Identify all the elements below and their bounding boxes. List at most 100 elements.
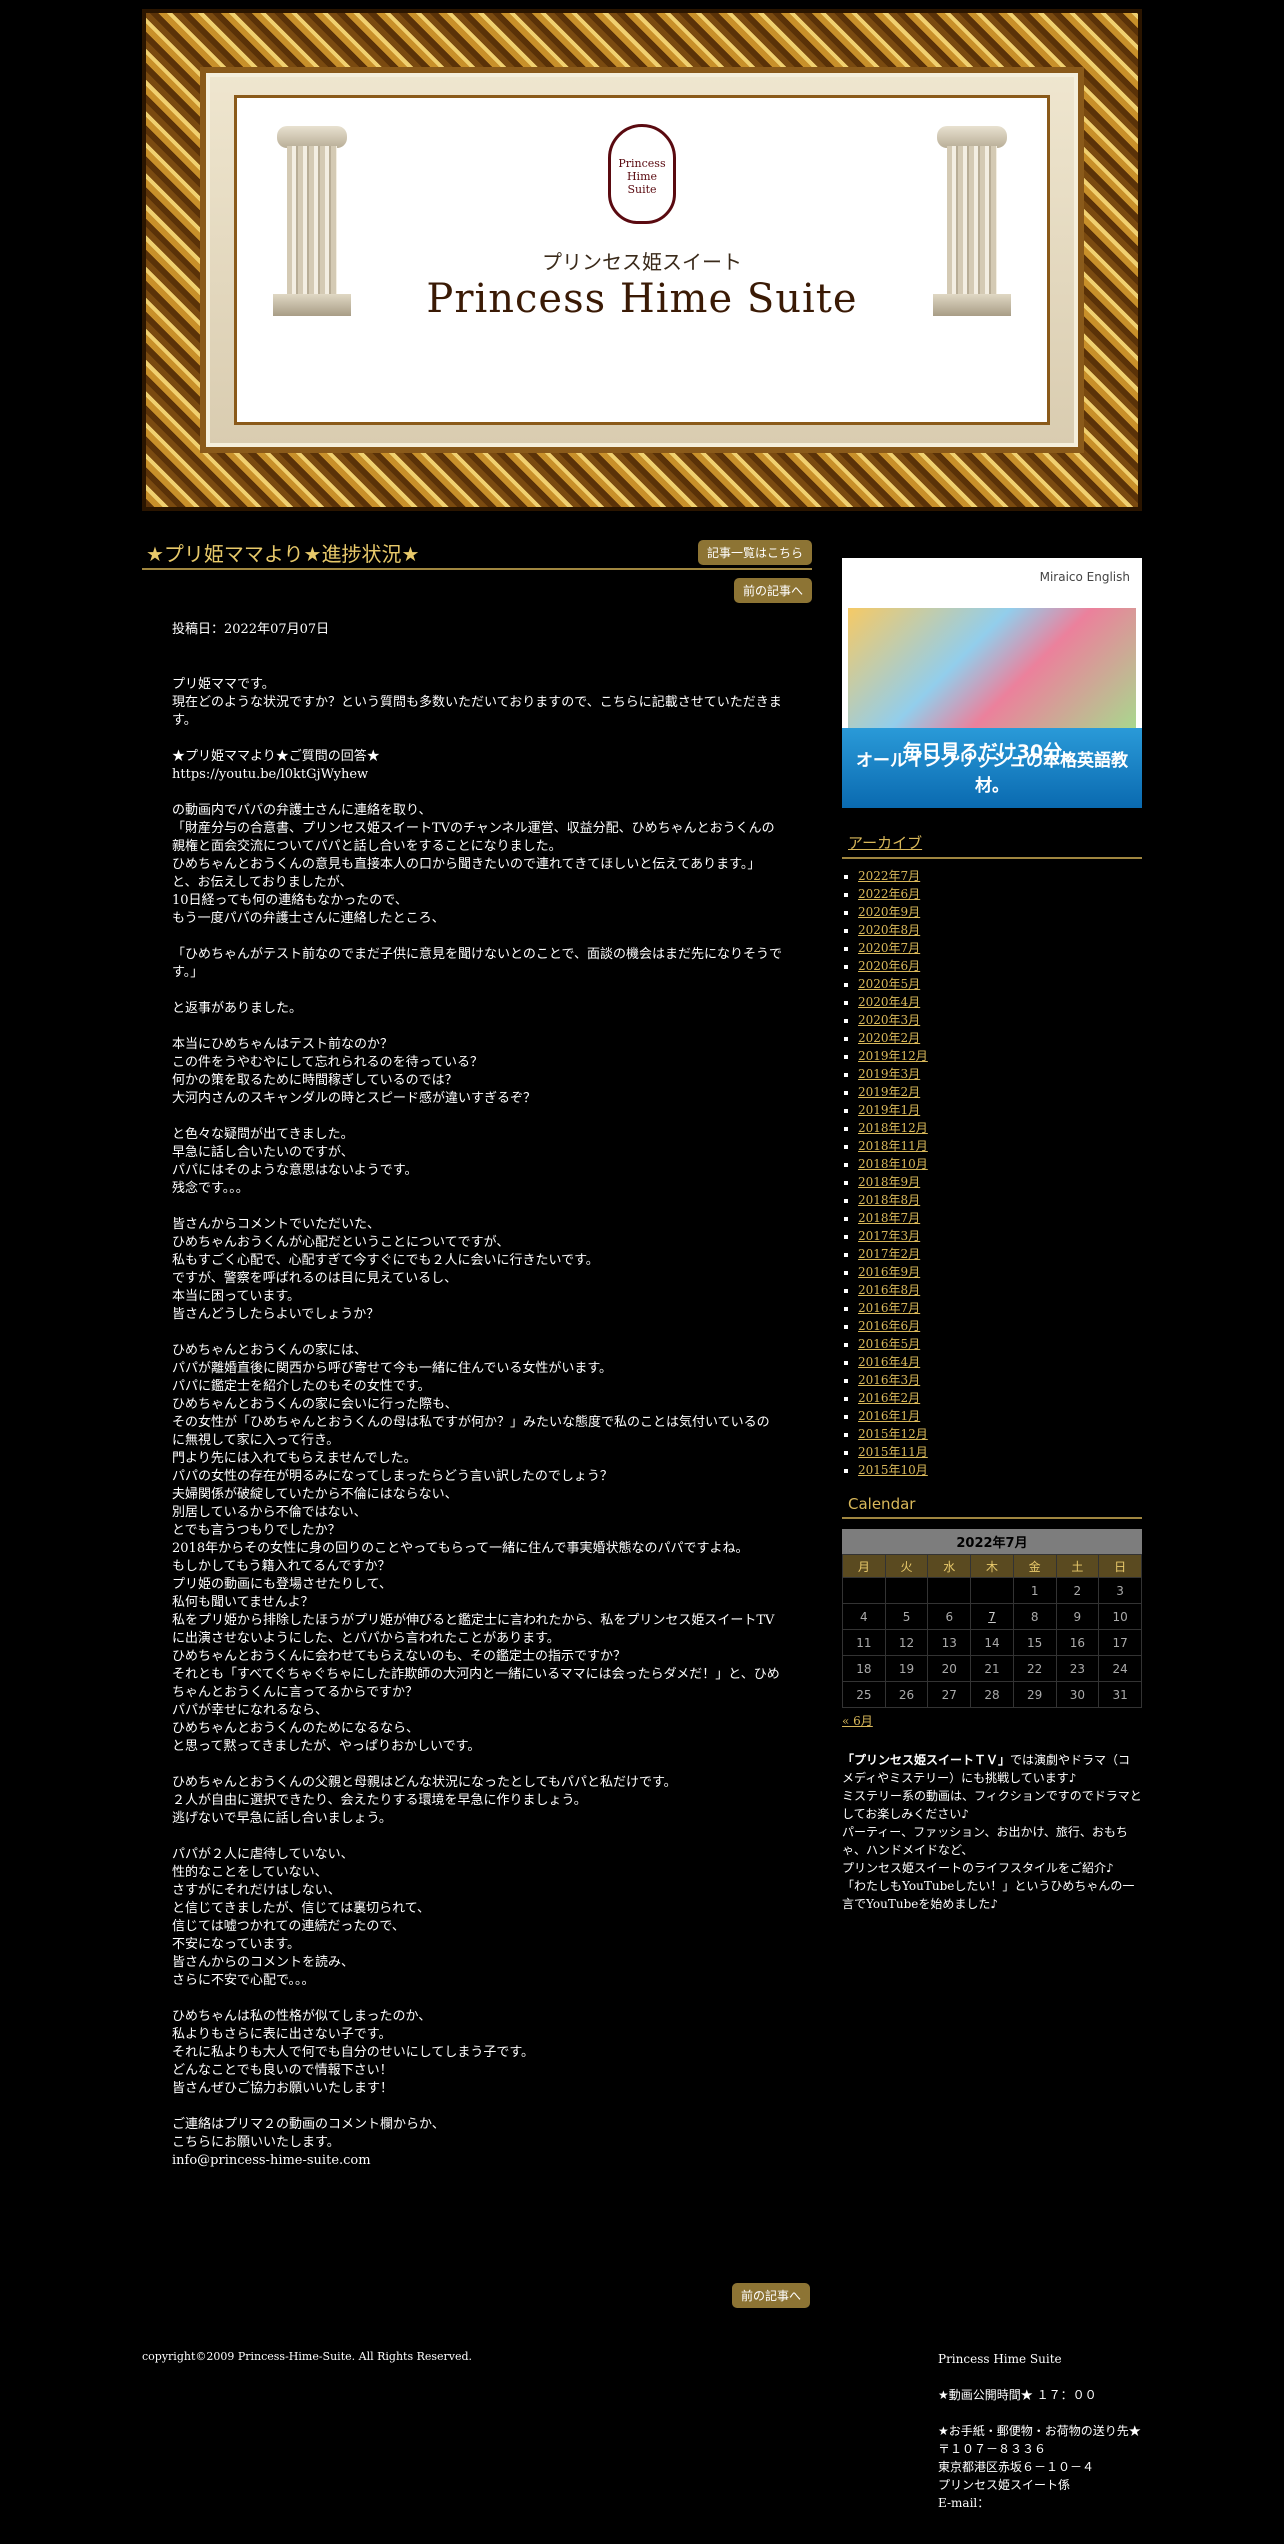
archive-link[interactable]: 2022年7月 xyxy=(858,869,920,883)
archive-link[interactable]: 2016年1月 xyxy=(858,1409,920,1423)
logo-japanese: プリンセス姫スイート xyxy=(542,250,742,274)
calendar-day: 9 xyxy=(1055,1603,1100,1630)
calendar-caption: 2022年7月 xyxy=(842,1529,1142,1554)
calendar-day: 1 xyxy=(1012,1577,1057,1604)
ad-brand: Miraico English xyxy=(1039,570,1130,584)
calendar-day: 14 xyxy=(970,1629,1014,1656)
calendar-day: 30 xyxy=(1055,1681,1100,1708)
archive-link[interactable]: 2020年7月 xyxy=(858,941,920,955)
calendar-day-link[interactable]: 7 xyxy=(970,1603,1014,1630)
post-paragraph: の動画内でパパの弁護士さんに連絡を取り、 「財産分与の合意書、プリンセス姫スイー… xyxy=(172,803,775,926)
post-date: 投稿日：2022年07月07日 xyxy=(172,622,330,637)
post-paragraph: パパが２人に虐待していない、 性的なことをしていない、 さすがにそれだけはしない… xyxy=(172,1847,431,1988)
archive-link[interactable]: 2016年3月 xyxy=(858,1373,920,1387)
archive-item: 2018年11月 xyxy=(858,1137,1142,1155)
archive-link[interactable]: 2020年5月 xyxy=(858,977,920,991)
banner-mat: Princess Hime Suite プリンセス姫スイート Princess … xyxy=(200,67,1084,453)
calendar: 2022年7月 月火水木金土日 1 2 3 4 5 6 7 8 9 10 11 12 13 14 15 16 1… xyxy=(842,1529,1142,1708)
archive-item: 2015年10月 xyxy=(858,1461,1142,1479)
archive-link[interactable]: 2017年2月 xyxy=(858,1247,920,1261)
archive-link[interactable]: 2018年12月 xyxy=(858,1121,928,1135)
archive-link[interactable]: 2018年9月 xyxy=(858,1175,920,1189)
header-banner[interactable]: Princess Hime Suite プリンセス姫スイート Princess … xyxy=(142,9,1142,511)
archive-link[interactable]: 2022年6月 xyxy=(858,887,920,901)
archive-link[interactable]: 2016年7月 xyxy=(858,1301,920,1315)
calendar-day: 10 xyxy=(1098,1603,1142,1630)
calendar-day: 24 xyxy=(1098,1655,1142,1682)
calendar-day: 3 xyxy=(1098,1577,1142,1604)
calendar-week: 4 5 6 7 8 9 10 xyxy=(842,1603,1142,1630)
archive-link[interactable]: 2019年12月 xyxy=(858,1049,928,1063)
archive-item: 2020年7月 xyxy=(858,939,1142,957)
archive-link[interactable]: 2016年9月 xyxy=(858,1265,920,1279)
calendar-week: 11 12 13 14 15 16 17 xyxy=(842,1629,1142,1656)
archive-link[interactable]: 2020年2月 xyxy=(858,1031,920,1045)
archive-link[interactable]: 2015年12月 xyxy=(858,1427,928,1441)
calendar-weekday: 水 xyxy=(927,1554,972,1578)
calendar-day xyxy=(842,1577,886,1604)
archive-item: 2016年3月 xyxy=(858,1371,1142,1389)
archive-link[interactable]: 2020年3月 xyxy=(858,1013,920,1027)
archive-heading[interactable]: アーカイブ xyxy=(842,832,1142,859)
archive-link[interactable]: 2020年9月 xyxy=(858,905,920,919)
calendar-day: 11 xyxy=(842,1629,886,1656)
post-paragraph: と色々な疑問が出てきました。 早急に話し合いたいのですが、 パパにはそのような意… xyxy=(172,1127,418,1196)
archive-link[interactable]: 2020年8月 xyxy=(858,923,920,937)
archive-item: 2016年5月 xyxy=(858,1335,1142,1353)
about-text-body: では演劇やドラマ（コメディやミステリー）にも挑戦しています♪ ミステリー系の動画… xyxy=(842,1753,1142,1911)
prev-post-button[interactable]: 前の記事へ xyxy=(733,578,812,603)
archive-link[interactable]: 2018年8月 xyxy=(858,1193,920,1207)
article-list-button[interactable]: 記事一覧はこちら xyxy=(697,540,812,565)
archive-item: 2016年2月 xyxy=(858,1389,1142,1407)
post-paragraph: ひめちゃんは私の性格が似てしまったのか、 私よりもさらに表に出さない子です。 そ… xyxy=(172,2009,535,2096)
calendar-weekday: 日 xyxy=(1098,1554,1142,1578)
archive-link[interactable]: 2015年10月 xyxy=(858,1463,928,1477)
prev-post-button-bottom[interactable]: 前の記事へ xyxy=(732,2283,811,2308)
calendar-weekday: 月 xyxy=(842,1554,886,1578)
archive-item: 2020年5月 xyxy=(858,975,1142,993)
calendar-weekdays: 月火水木金土日 xyxy=(842,1554,1142,1578)
archive-item: 2018年7月 xyxy=(858,1209,1142,1227)
post-paragraph: ご連絡はプリマ２の動画のコメント欄からか、 こちらにお願いいたします。 info… xyxy=(172,2117,445,2168)
archive-item: 2019年12月 xyxy=(858,1047,1142,1065)
archive-item: 2018年10月 xyxy=(858,1155,1142,1173)
archive-link[interactable]: 2020年4月 xyxy=(858,995,920,1009)
calendar-day xyxy=(884,1577,929,1604)
archive-item: 2018年9月 xyxy=(858,1173,1142,1191)
calendar-day: 25 xyxy=(842,1681,886,1708)
archive-link[interactable]: 2019年1月 xyxy=(858,1103,920,1117)
archive-link[interactable]: 2019年3月 xyxy=(858,1067,920,1081)
archive-item: 2019年2月 xyxy=(858,1083,1142,1101)
page: Princess Hime Suite プリンセス姫スイート Princess … xyxy=(0,0,1284,2544)
archive-link[interactable]: 2016年4月 xyxy=(858,1355,920,1369)
archive-link[interactable]: 2018年10月 xyxy=(858,1157,928,1171)
archive-item: 2019年3月 xyxy=(858,1065,1142,1083)
archive-link[interactable]: 2018年7月 xyxy=(858,1211,920,1225)
archive-link[interactable]: 2019年2月 xyxy=(858,1085,920,1099)
calendar-day: 12 xyxy=(884,1629,929,1656)
calendar-weekday: 火 xyxy=(884,1554,929,1578)
ad-subline: オールインクリッシュの本格英語教材。 xyxy=(856,751,1128,796)
archive-link[interactable]: 2017年3月 xyxy=(858,1229,920,1243)
post-paragraph: ★プリ姫ママより★ご質問の回答★ https://youtu.be/l0ktGj… xyxy=(172,749,380,782)
archive-item: 2015年11月 xyxy=(858,1443,1142,1461)
archive-link[interactable]: 2018年11月 xyxy=(858,1139,928,1153)
about-text: 「プリンセス姫スイートＴＶ」では演劇やドラマ（コメディやミステリー）にも挑戦して… xyxy=(842,1751,1142,1913)
archive-link[interactable]: 2016年5月 xyxy=(858,1337,920,1351)
ad-banner[interactable]: Miraico English 毎日見るだけ30分。 オールインクリッシュの本格… xyxy=(842,558,1142,808)
calendar-weekday: 土 xyxy=(1055,1554,1100,1578)
calendar-day: 8 xyxy=(1012,1603,1057,1630)
archive-item: 2020年3月 xyxy=(858,1011,1142,1029)
archive-link[interactable]: 2015年11月 xyxy=(858,1445,928,1459)
calendar-day: 27 xyxy=(927,1681,972,1708)
archive-link[interactable]: 2016年6月 xyxy=(858,1319,920,1333)
archive-link[interactable]: 2016年2月 xyxy=(858,1391,920,1405)
calendar-weekday: 金 xyxy=(1012,1554,1057,1578)
calendar-weekday: 木 xyxy=(970,1554,1014,1578)
archive-link[interactable]: 2016年8月 xyxy=(858,1283,920,1297)
calendar-day xyxy=(927,1577,972,1604)
archive-item: 2020年8月 xyxy=(858,921,1142,939)
archive-link[interactable]: 2020年6月 xyxy=(858,959,920,973)
calendar-prev-link[interactable]: « 6月 xyxy=(842,1712,1142,1729)
banner-canvas: Princess Hime Suite プリンセス姫スイート Princess … xyxy=(234,95,1050,425)
